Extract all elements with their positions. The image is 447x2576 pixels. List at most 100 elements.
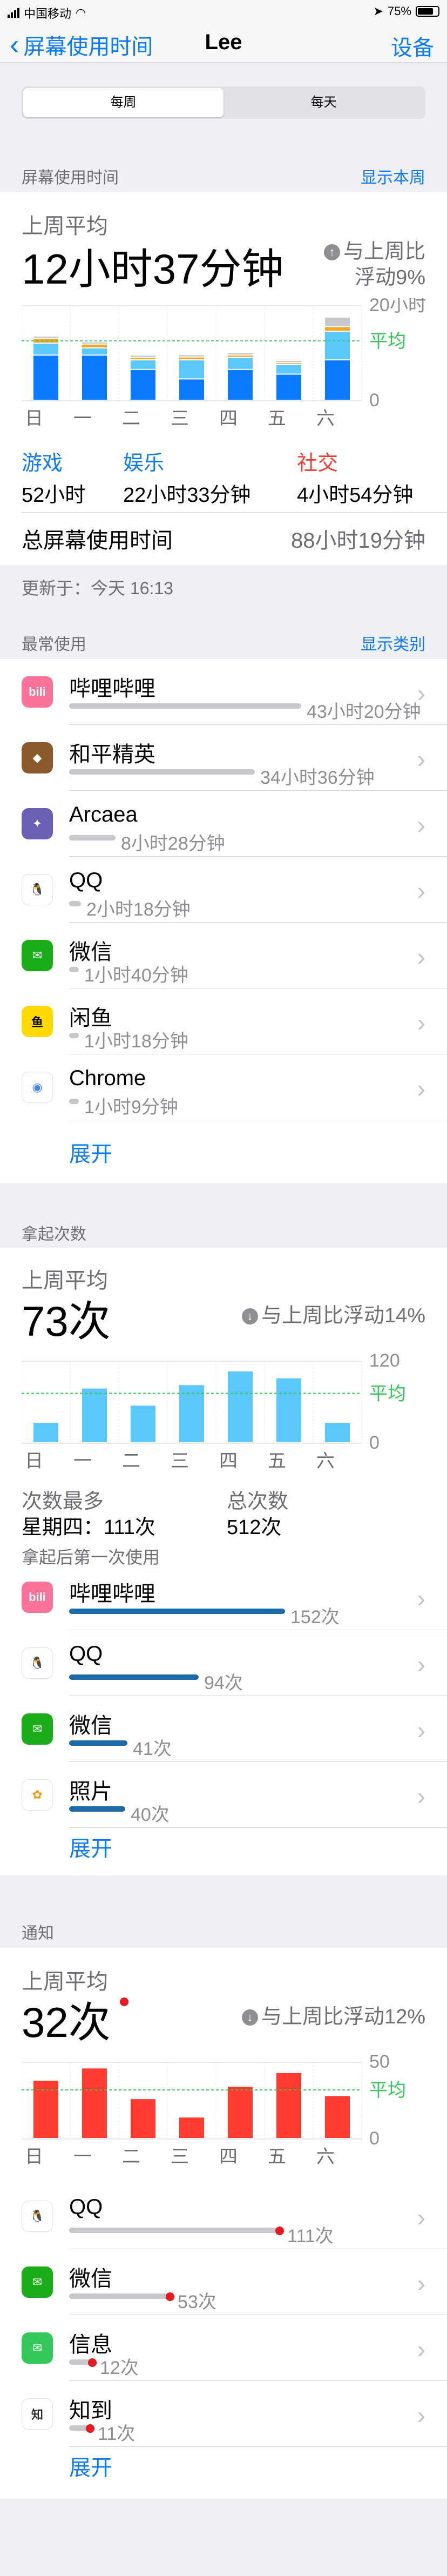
show-this-week-link[interactable]: 显示本周 <box>361 164 425 188</box>
chart-bar <box>228 358 253 369</box>
y-tick-label: 0 <box>369 390 380 411</box>
pickups-show-more[interactable]: 展开 <box>69 1831 112 1862</box>
list-item[interactable]: ✉ 信息 12次 › <box>0 2315 447 2381</box>
chevron-right-icon: › <box>417 2401 425 2429</box>
chart-bar <box>276 365 301 374</box>
updated-label: 更新于：今天 16:13 <box>22 579 173 598</box>
segment-daily[interactable]: 每天 <box>223 88 424 117</box>
usage-bar <box>69 1609 285 1614</box>
chart-bar <box>131 369 155 400</box>
show-categories-link[interactable]: 显示类别 <box>361 631 425 655</box>
list-item[interactable]: ◆ 和平精英 34小时36分钟 › <box>0 725 447 791</box>
y-tick-label: 0 <box>369 2128 380 2149</box>
chart-bar <box>82 342 107 344</box>
bilibili-icon: bili <box>22 676 53 708</box>
notifications-section-header: 通知 <box>0 1912 447 1945</box>
usage-bar <box>69 703 301 709</box>
screen-time-section-header: 屏幕使用时间 显示本周 <box>0 157 447 189</box>
devices-button[interactable]: 设备 <box>391 30 434 62</box>
usage-value: 40次 <box>131 1805 170 1825</box>
y-tick-label: 0 <box>369 1432 380 1453</box>
list-item[interactable]: ✿ 照片 40次 › <box>0 1762 447 1828</box>
app-name: 照片 <box>69 1780 112 1804</box>
most-used-show-more[interactable]: 展开 <box>69 1136 112 1168</box>
chart-bar <box>131 355 155 357</box>
delta-line2: 浮动9% <box>355 266 425 289</box>
segment-weekly[interactable]: 每周 <box>23 88 223 117</box>
delta-line1: 与上周比 <box>343 240 425 263</box>
list-item[interactable]: 🐧 QQ 2小时18分钟 › <box>0 857 447 923</box>
notifications-show-more[interactable]: 展开 <box>69 2450 112 2481</box>
chevron-right-icon: › <box>417 1650 425 1678</box>
x-tick-label: 四 <box>219 408 238 429</box>
chart-bar <box>179 379 204 400</box>
chart-bar <box>82 1388 107 1442</box>
list-item[interactable]: ✉ 微信 1小时40分钟 › <box>0 923 447 988</box>
usage-value: 1小时9分钟 <box>84 1097 178 1118</box>
chart-bar <box>131 358 155 360</box>
pickups-section-header: 拿起次数 <box>0 1213 447 1246</box>
usage-value: 1小时18分钟 <box>84 1031 188 1052</box>
status-bar: 中国移动 ◠ ➤ 75% <box>0 0 447 22</box>
category-games: 游戏 52小时 <box>22 446 85 508</box>
app-name: 哔哩哔哩 <box>69 677 155 701</box>
chart-bar <box>131 360 155 369</box>
chart-bar <box>82 348 107 355</box>
list-item[interactable]: ✦ Arcaea 8小时28分钟 › <box>0 791 447 857</box>
x-tick-label: 三 <box>171 1451 189 1471</box>
total-screen-time-value: 88小时19分钟 <box>291 529 425 553</box>
chevron-right-icon: › <box>417 877 425 905</box>
page-title: Lee <box>205 30 242 54</box>
chart-bar <box>179 357 204 360</box>
chevron-right-icon: › <box>417 1782 425 1810</box>
photos-icon: ✿ <box>22 1779 53 1811</box>
x-tick-label: 四 <box>219 1451 238 1471</box>
list-item[interactable]: 鱼闲鱼 1小时18分钟 › <box>0 988 447 1054</box>
x-tick-label: 六 <box>316 2147 335 2167</box>
app-name: 微信 <box>69 2267 112 2291</box>
chevron-right-icon: › <box>417 2269 425 2297</box>
x-tick-label: 一 <box>73 2147 92 2167</box>
category-social: 社交 4小时54分钟 <box>297 446 413 508</box>
x-tick-label: 五 <box>268 408 286 429</box>
chart-bar <box>33 344 58 355</box>
usage-bar <box>69 1033 79 1038</box>
list-item[interactable]: 知知到 11次 › <box>0 2381 447 2447</box>
chart-bar <box>325 332 350 360</box>
list-item[interactable]: ✉ 微信 41次 › <box>0 1696 447 1762</box>
list-item[interactable]: bili 哔哩哔哩 43小时20分钟 › <box>0 659 447 725</box>
usage-value: 12次 <box>100 2358 139 2378</box>
chevron-right-icon: › <box>417 1716 425 1744</box>
total-screen-time-label: 总屏幕使用时间 <box>22 529 173 553</box>
chart-bar <box>276 1378 301 1442</box>
avg-value: 32次 <box>22 1999 111 2046</box>
arrow-down-icon: ↓ <box>241 1308 258 1324</box>
chart-bar <box>33 1423 58 1442</box>
list-item[interactable]: 🐧 QQ 111次 › <box>0 2183 447 2249</box>
list-item[interactable]: 🐧 QQ 94次 › <box>0 1630 447 1696</box>
y-tick-label: 20小时 <box>369 298 425 315</box>
chart-bar <box>82 2068 107 2138</box>
list-item[interactable]: bili 哔哩哔哩 152次 › <box>0 1564 447 1630</box>
chart-bar <box>179 355 204 357</box>
app-name: QQ <box>69 869 103 892</box>
battery-icon <box>416 6 439 17</box>
usage-bar <box>69 2228 280 2233</box>
x-tick-label: 日 <box>25 1451 43 1471</box>
avg-value: 12小时37分钟 <box>22 245 284 293</box>
list-item[interactable]: ◉ Chrome 1小时9分钟 › <box>0 1054 447 1120</box>
chart-bar <box>33 2081 58 2138</box>
y-tick-label: 50 <box>369 2055 390 2072</box>
total-pickups-value: 512次 <box>227 1516 282 1539</box>
usage-bar <box>69 835 116 840</box>
wechat-icon: ✉ <box>22 1713 53 1745</box>
usage-value: 2小时18分钟 <box>86 899 191 920</box>
chart-bar <box>33 355 58 400</box>
chevron-right-icon: › <box>417 2203 425 2231</box>
list-item[interactable]: ✉ 微信 53次 › <box>0 2249 447 2315</box>
usage-value: 8小时28分钟 <box>121 833 225 854</box>
chart-bar <box>228 2087 253 2138</box>
delta-value: 与上周比浮动14% <box>261 1304 425 1327</box>
x-tick-label: 一 <box>73 1451 92 1471</box>
peace-elite-icon: ◆ <box>22 742 53 774</box>
